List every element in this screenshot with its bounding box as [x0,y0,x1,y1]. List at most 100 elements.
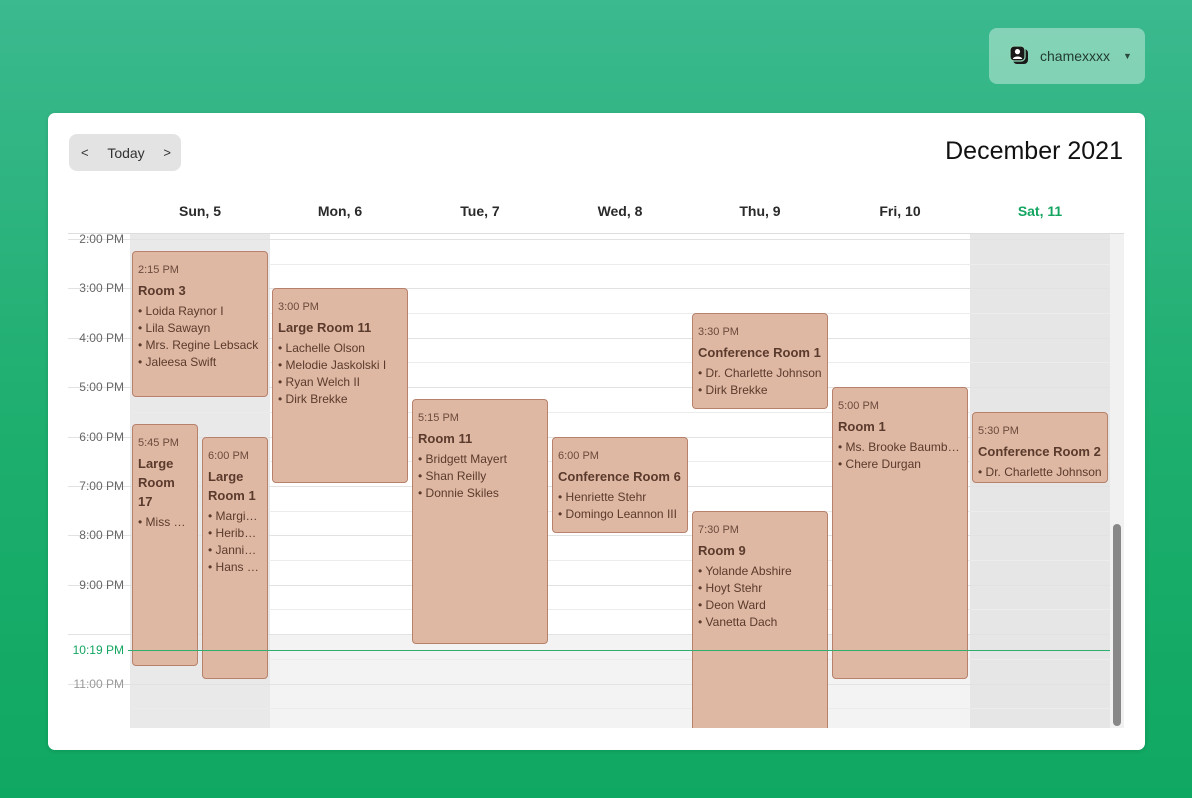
attendee-item: • Domingo Leannon III [558,506,677,521]
scrollbar-thumb[interactable] [1113,524,1121,726]
hour-label: 3:00 PM [79,281,124,296]
next-week-button[interactable]: > [161,145,173,160]
hour-label: 4:00 PM [79,330,124,345]
hour-label: 11:00 PM [73,676,124,691]
event-room: Room 11 [418,431,473,447]
day-header-1[interactable]: Mon, 6 [270,203,410,219]
attendee-item: • Melodie Jaskolski I [278,358,387,373]
attendee-list: • Loida Raynor I • Lila Sawayn • Mrs. Regi… [138,303,262,371]
event-room: Room 1 [838,419,886,435]
hour-label: 5:00 PM [79,380,124,395]
event-room: Conference Room 6 [558,468,681,484]
event-time: 5:00 PM [838,400,879,413]
attendee-item: • Lachelle Olson [278,341,365,356]
event-card[interactable]: 5:15 PM Room 11 • Bridgett Mayert • Shan Re… [412,399,548,644]
attendee-item: • Donnie Skiles [418,486,499,501]
half-hour-gridline [132,263,1110,265]
event-room: Large Room 17 [138,456,175,510]
event-time: 2:15 PM [138,264,179,277]
attendee-item: • Hoyt Stehr [698,580,763,595]
attendee-list: • Miss Bil... [138,514,192,531]
attendee-item: • Jaleesa Swift [138,355,217,370]
attendee-list: • Henriette Stehr • Domingo Leannon III [558,489,682,523]
event-time: 7:30 PM [698,523,739,536]
attendee-item: • Heriber... [208,525,262,540]
attendee-item: • Lila Sawayn [138,321,211,336]
today-button[interactable]: Today [107,145,144,161]
attendee-list: • Bridgett Mayert • Shan Reilly • Donnie S… [418,451,542,502]
attendee-list: • Margie ... • Heriber... • Jannie ... • Ha… [208,508,262,576]
event-time: 3:00 PM [278,301,319,314]
day-header-4[interactable]: Thu, 9 [690,203,830,219]
event-room: Room 3 [138,283,186,299]
attendee-item: • Chere Durgan [838,457,921,472]
event-time: 3:30 PM [698,326,739,339]
day-header-0[interactable]: Sun, 5 [130,203,270,219]
hour-label: 6:00 PM [79,429,124,444]
attendee-item: • Bridgett Mayert [418,452,507,467]
attendee-item: • Henriette Stehr [558,489,647,504]
event-time: 5:15 PM [418,412,459,425]
attendee-item: • Mrs. Regine Lebsack [138,338,259,353]
event-card[interactable]: 5:00 PM Room 1 • Ms. Brooke Baumbach • Cher… [832,387,968,679]
half-hour-gridline [132,708,1110,710]
attendee-list: • Lachelle Olson • Melodie Jaskolski I • R… [278,340,402,408]
current-time-label: 10:19 PM [72,642,124,657]
attendee-item: • Margie ... [208,508,262,523]
day-header-6[interactable]: Sat, 11 [970,203,1110,219]
day-header-5[interactable]: Fri, 10 [830,203,970,219]
hour-gridline [68,683,1110,685]
attendee-item: • Dirk Brekke [698,383,768,398]
event-room: Room 9 [698,542,746,558]
attendee-list: • Dr. Charlette Johnson • Dirk Brekke [698,365,822,399]
event-card[interactable]: 2:15 PM Room 3 • Loida Raynor I • Lila Sawa… [132,251,268,397]
attendee-list: • Dr. Charlette Johnson [978,464,1102,481]
attendee-item: • Vanetta Dach [698,614,778,629]
current-time-line [128,649,1110,651]
attendee-item: • Dr. Charlette Johnson [978,464,1102,479]
event-time: 6:00 PM [558,449,599,462]
week-time-grid[interactable]: 2:00 PM 3:00 PM 4:00 PM 5:00 PM 6:00 PM 7:00 … [48,234,1145,728]
event-time: 5:30 PM [978,424,1019,437]
event-card[interactable]: 6:00 PM Conference Room 6 • Henriette Steh… [552,436,688,533]
event-card[interactable]: 5:45 PM Large Room 17 • Miss Bil... [132,424,198,667]
attendee-item: • Deon Ward [698,597,766,612]
event-room: Conference Room 1 [698,345,821,361]
hour-label: 7:00 PM [79,478,124,493]
attendee-item: • Shan Reilly [418,469,487,484]
event-card[interactable]: 3:30 PM Conference Room 1 • Dr. Charlette … [692,313,828,410]
username-label: chamexxxx [1040,48,1111,64]
event-time: 5:45 PM [138,437,179,450]
prev-week-button[interactable]: < [79,145,91,160]
attendee-item: • Ms. Brooke Baumbach [838,440,962,455]
event-room: Large Room 11 [278,320,372,336]
hour-label: 8:00 PM [79,528,124,543]
hour-label: 9:00 PM [79,577,124,592]
attendee-item: • Dirk Brekke [278,392,348,407]
day-header-3[interactable]: Wed, 8 [550,203,690,219]
attendee-list: • Ms. Brooke Baumbach • Chere Durgan [838,439,962,473]
attendee-item: • Hans G... [208,559,262,574]
event-card[interactable]: 3:00 PM Large Room 11 • Lachelle Olson • Me… [272,288,408,484]
calendar-card: < Today > December 2021 Sun, 5 Mon, 6 Tue,… [48,113,1145,750]
event-time: 6:00 PM [208,449,249,462]
event-card[interactable]: 7:30 PM Room 9 • Yolande Abshire • Hoyt Ste… [692,510,828,728]
event-card[interactable]: 6:00 PM Large Room 1 • Margie ... • Heriber… [202,436,268,679]
attendee-item: • Yolande Abshire [698,563,792,578]
hour-gridline [68,238,1110,240]
event-room: Conference Room 2 [978,443,1101,459]
attendee-item: • Jannie ... [208,542,262,557]
user-account-icon [1009,45,1028,64]
caret-down-icon: ▼ [1123,51,1132,61]
event-room: Large Room 1 [208,468,256,503]
attendee-item: • Dr. Charlette Johnson [698,366,822,381]
hour-label: 2:00 PM [79,234,124,246]
user-menu-button[interactable]: chamexxxx ▼ [989,28,1145,84]
date-navigation: < Today > [69,134,181,171]
attendee-item: • Loida Raynor I [138,304,224,319]
attendee-list: • Yolande Abshire • Hoyt Stehr • Deon Ward… [698,563,822,631]
attendee-item: • Ryan Welch II [278,375,361,390]
day-header-2[interactable]: Tue, 7 [410,203,550,219]
day-headers: Sun, 5 Mon, 6 Tue, 7 Wed, 8 Thu, 9 Fri, 10 Sat… [130,203,1110,233]
event-card[interactable]: 5:30 PM Conference Room 2 • Dr. Charlette … [972,411,1108,484]
